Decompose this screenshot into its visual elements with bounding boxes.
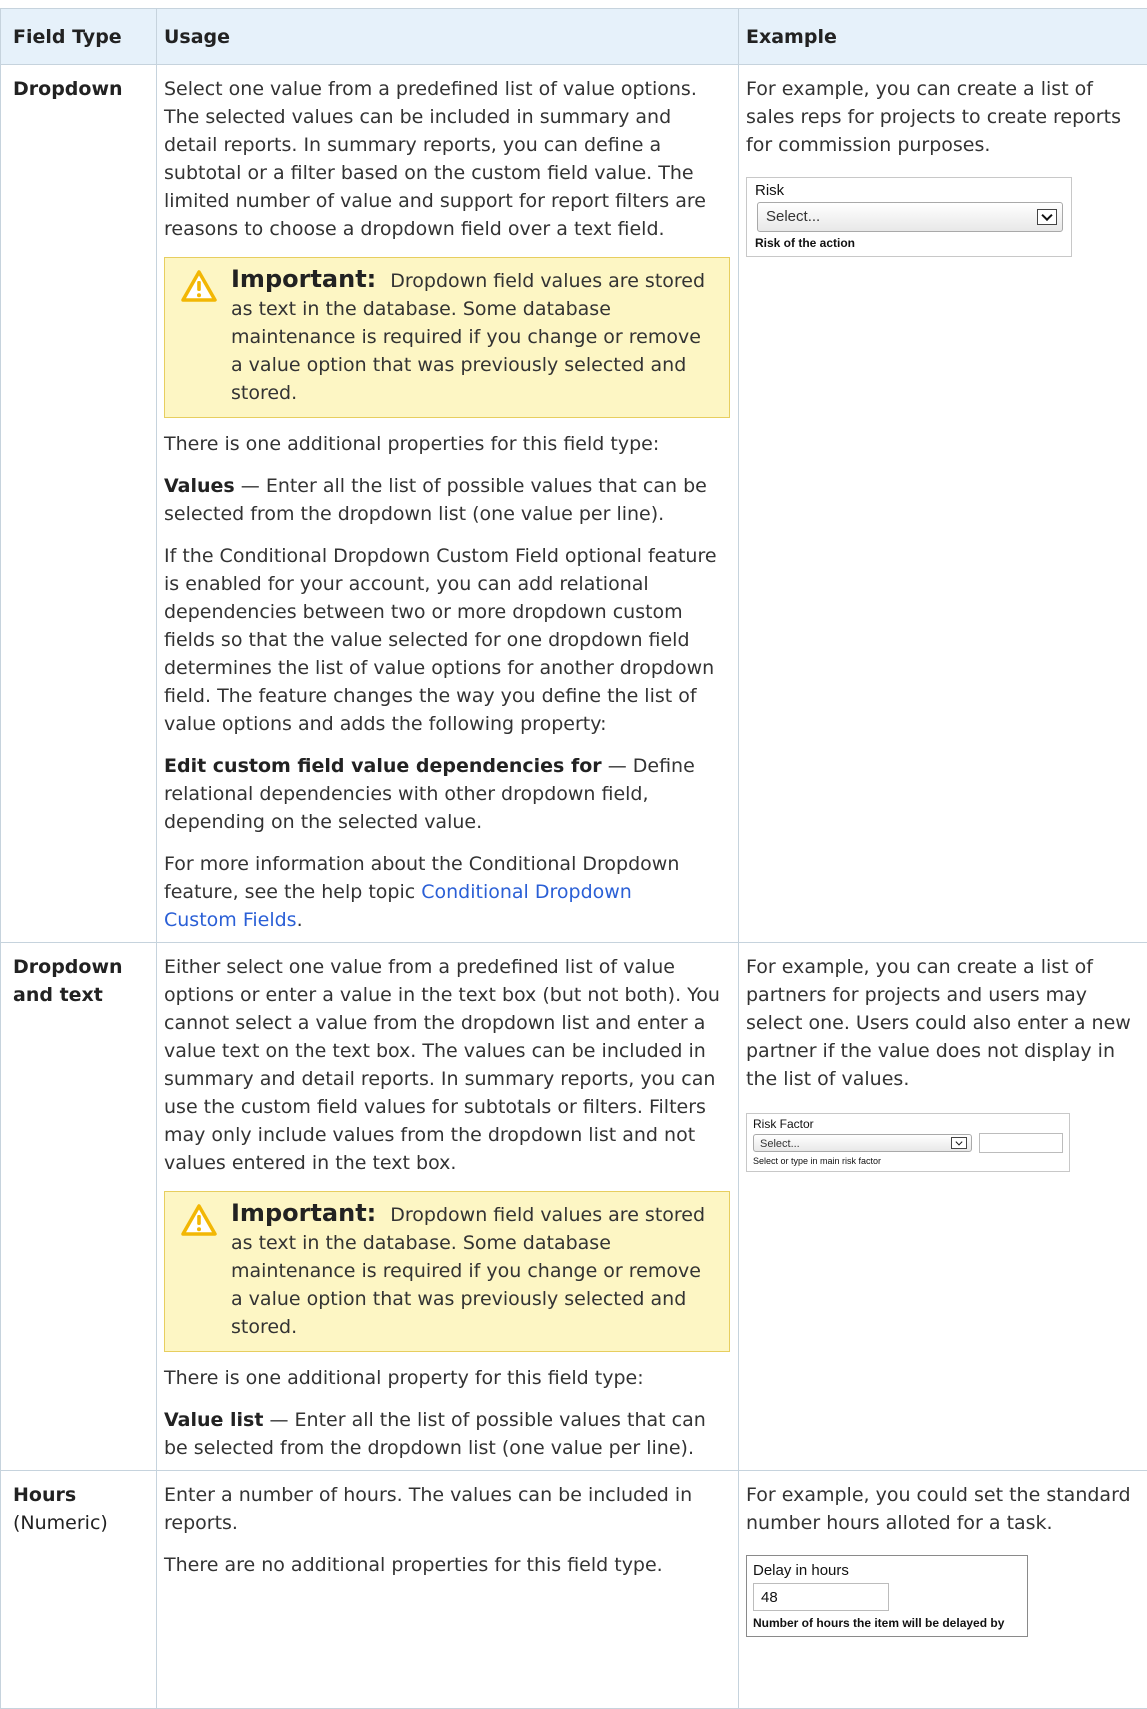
warning-triangle-icon <box>181 1204 217 1236</box>
table-header-row: Field Type Usage Example <box>1 9 1147 65</box>
props-intro: There is one additional properties for t… <box>164 430 730 458</box>
more-info: For more information about the Condition… <box>164 850 730 934</box>
props-intro: There are no additional properties for t… <box>164 1551 730 1579</box>
field-type-name: Dropdown <box>13 75 148 103</box>
usage-cell: Enter a number of hours. The values can … <box>157 1471 739 1709</box>
property-name: Value list <box>164 1409 263 1431</box>
property-name: Values <box>164 475 235 497</box>
widget-help: Risk of the action <box>755 236 1063 250</box>
warning-triangle-icon <box>181 270 217 302</box>
delay-hours-input[interactable]: 48 <box>753 1583 889 1611</box>
widget-help: Select or type in main risk factor <box>753 1156 1063 1167</box>
widget-help: Number of hours the item will be delayed… <box>753 1616 1021 1630</box>
props-intro: There is one additional property for thi… <box>164 1364 730 1392</box>
dropdown-value: Select... <box>766 208 820 225</box>
dropdown-value: Select... <box>760 1138 800 1150</box>
table-row: Dropdown Select one value from a predefi… <box>1 65 1147 943</box>
usage-intro: Either select one value from a predefine… <box>164 953 730 1177</box>
property-value-list: Value list — Enter all the list of possi… <box>164 1406 730 1462</box>
property-description: — Enter all the list of possible values … <box>164 475 707 525</box>
header-usage: Usage <box>157 9 739 65</box>
field-types-table: Field Type Usage Example Dropdown Select… <box>0 8 1147 1709</box>
field-type-name: Dropdown and text <box>13 953 148 1009</box>
table-row: Dropdown and text Either select one valu… <box>1 943 1147 1471</box>
risk-factor-dropdown[interactable]: Select... <box>753 1134 972 1152</box>
chevron-down-icon[interactable] <box>951 1137 967 1149</box>
example-risk-factor-widget: Risk Factor Select... Select or type in … <box>746 1113 1070 1172</box>
example-text: For example, you can create a list of sa… <box>746 75 1139 159</box>
usage-intro: Select one value from a predefined list … <box>164 75 730 243</box>
property-values: Values — Enter all the list of possible … <box>164 472 730 528</box>
example-cell: For example, you can create a list of pa… <box>739 943 1147 1471</box>
header-field-type: Field Type <box>1 9 157 65</box>
example-delay-widget: Delay in hours 48 Number of hours the it… <box>746 1555 1028 1637</box>
widget-label: Risk Factor <box>753 1117 1063 1131</box>
usage-intro: Enter a number of hours. The values can … <box>164 1481 730 1537</box>
important-note: Important:Dropdown field values are stor… <box>164 257 730 418</box>
example-cell: For example, you can create a list of sa… <box>739 65 1147 943</box>
property-name: Edit custom field value dependencies for <box>164 755 602 777</box>
conditional-dropdown-note: If the Conditional Dropdown Custom Field… <box>164 542 730 738</box>
chevron-down-icon[interactable] <box>1037 209 1057 225</box>
example-risk-widget: Risk Select... Risk of the action <box>746 177 1072 257</box>
table-row: Hours (Numeric) Enter a number of hours.… <box>1 1471 1147 1709</box>
field-type-cell: Hours (Numeric) <box>1 1471 157 1709</box>
usage-cell: Either select one value from a predefine… <box>157 943 739 1471</box>
field-type-name: Hours <box>13 1481 148 1509</box>
important-label: Important: <box>231 265 376 293</box>
example-cell: For example, you could set the standard … <box>739 1471 1147 1709</box>
example-text: For example, you can create a list of pa… <box>746 953 1139 1093</box>
risk-factor-text-input[interactable] <box>979 1133 1063 1153</box>
important-note: Important:Dropdown field values are stor… <box>164 1191 730 1352</box>
field-type-cell: Dropdown <box>1 65 157 943</box>
field-type-cell: Dropdown and text <box>1 943 157 1471</box>
widget-label: Delay in hours <box>753 1562 1021 1580</box>
important-label: Important: <box>231 1199 376 1227</box>
property-dependencies: Edit custom field value dependencies for… <box>164 752 730 836</box>
widget-label: Risk <box>755 182 1063 200</box>
field-type-subtitle: (Numeric) <box>13 1509 148 1537</box>
more-info-end: . <box>297 909 303 931</box>
risk-dropdown[interactable]: Select... <box>757 202 1063 232</box>
header-example: Example <box>739 9 1147 65</box>
usage-cell: Select one value from a predefined list … <box>157 65 739 943</box>
example-text: For example, you could set the standard … <box>746 1481 1139 1537</box>
